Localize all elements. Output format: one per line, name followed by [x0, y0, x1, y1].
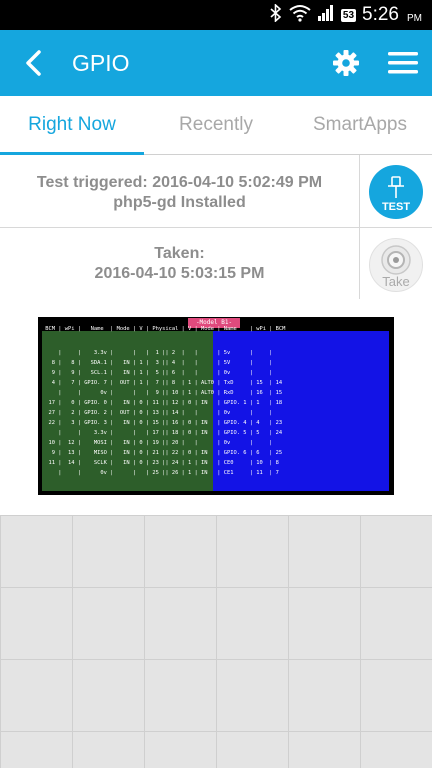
- gear-icon[interactable]: [332, 49, 360, 77]
- event-item[interactable]: Test triggered: 2016-04-10 5:02:49 PM ph…: [0, 155, 432, 228]
- battery-icon: 53: [340, 8, 357, 22]
- terminal-row: | | 3.3v | | | 1 || 2 | | | 5v | |: [42, 350, 289, 356]
- gpio-readall-screenshot: -Model B1- BCM | wPi | Name | Mode | V |…: [38, 317, 394, 495]
- app-bar: GPIO: [0, 30, 432, 96]
- event-item[interactable]: Taken: 2016-04-10 5:03:15 PM Take: [0, 228, 432, 300]
- back-arrow-icon[interactable]: [22, 50, 46, 76]
- take-icon-label: Take: [382, 274, 410, 289]
- terminal-row: 9 | 9 | SCL.1 | IN | 1 | 5 || 6 | | | 0v…: [42, 370, 289, 376]
- terminal-row: | | 0v | | | 25 || 26 | 1 | IN | CE1 | 1…: [42, 470, 289, 476]
- wifi-icon: [289, 4, 311, 27]
- event-line-1: Test triggered: 2016-04-10 5:02:49 PM: [36, 174, 323, 191]
- pin-test-icon[interactable]: TEST: [369, 165, 423, 219]
- terminal-header: BCM | wPi | Name | Mode | V | Physical |…: [42, 326, 289, 332]
- terminal-row: 10 | 12 | MOSI | IN | 0 | 19 || 20 | | |…: [42, 440, 289, 446]
- status-ampm: PM: [407, 12, 422, 24]
- tab-bar: Right Now Recently SmartApps: [0, 96, 432, 155]
- empty-grid-area: [0, 515, 432, 768]
- signal-icon: [317, 4, 335, 26]
- terminal-row: 27 | 2 | GPIO. 2 | OUT | 0 | 13 || 14 | …: [42, 410, 289, 416]
- status-bar-right: 53 5:26 PM: [269, 0, 422, 30]
- event-line-2: 2016-04-10 5:03:15 PM: [94, 265, 265, 282]
- menu-icon[interactable]: [388, 52, 418, 74]
- terminal-row: 8 | 8 | SDA.1 | IN | 1 | 3 || 4 | | | 5V…: [42, 360, 289, 366]
- camera-lens-icon[interactable]: Take: [369, 238, 423, 292]
- divider: [359, 155, 360, 227]
- terminal-row: | | 0v | | | 9 || 10 | 1 | ALT0 | RxD | …: [42, 390, 289, 396]
- event-line-1: Taken:: [154, 245, 205, 262]
- image-card[interactable]: -Model B1- BCM | wPi | Name | Mode | V |…: [0, 299, 432, 516]
- terminal-row: | | 3.3v | | | 17 || 18 | 0 | IN | GPIO.…: [42, 430, 289, 436]
- bluetooth-icon: [269, 2, 283, 27]
- test-icon-label: TEST: [381, 201, 411, 213]
- status-time: 5:26: [362, 4, 399, 25]
- terminal-row: 11 | 14 | SCLK | IN | 0 | 23 || 24 | 1 |…: [42, 460, 289, 466]
- terminal-row: 4 | 7 | GPIO. 7 | OUT | 1 | 7 || 8 | 1 |…: [42, 380, 289, 386]
- page-title: GPIO: [72, 50, 130, 76]
- terminal-row: 22 | 3 | GPIO. 3 | IN | 0 | 15 || 16 | 0…: [42, 420, 289, 426]
- event-line-2: php5-gd Installed: [113, 194, 246, 211]
- terminal-row: 17 | 0 | GPIO. 0 | IN | 0 | 11 || 12 | 0…: [42, 400, 289, 406]
- terminal-row: 9 | 13 | MISO | IN | 0 | 21 || 22 | 0 | …: [42, 450, 289, 456]
- status-bar: 53 5:26 PM: [0, 0, 432, 30]
- tab-right-now[interactable]: Right Now: [0, 96, 144, 154]
- tab-smartapps[interactable]: SmartApps: [288, 96, 432, 154]
- tab-recently[interactable]: Recently: [144, 96, 288, 154]
- divider: [359, 228, 360, 299]
